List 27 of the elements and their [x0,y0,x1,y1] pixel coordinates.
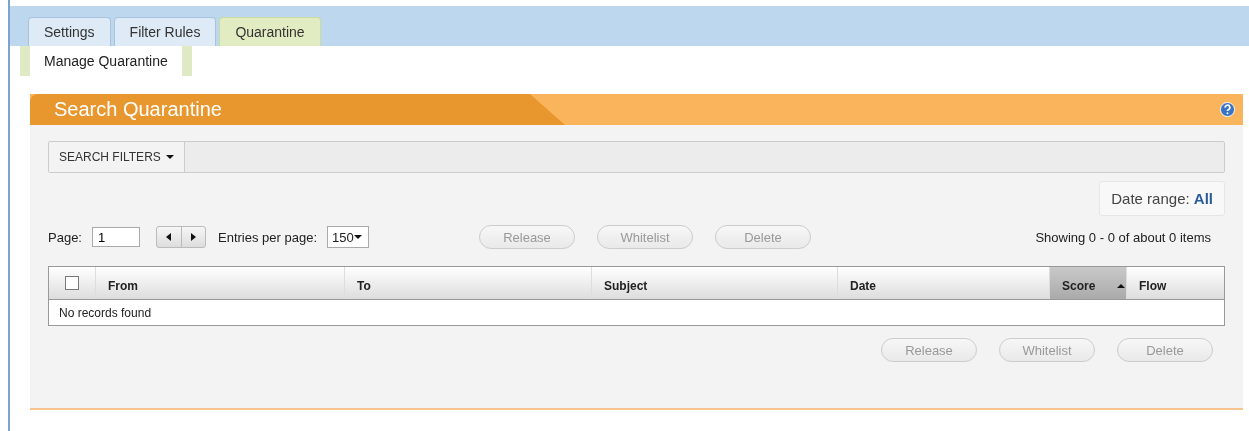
caret-icon [165,153,174,161]
help-icon[interactable] [1220,102,1235,117]
tab[interactable]: Quarantine [219,17,321,46]
date-range-label: Date range: All [1099,181,1225,216]
page-field[interactable]: 1 [92,227,140,247]
empty-message: No records found [58,304,153,322]
date-range-link[interactable]: All [1193,190,1213,207]
select-all-checkbox[interactable] [65,276,79,290]
tab[interactable]: Filter Rules [113,17,217,46]
column-header[interactable]: Date [837,267,1049,299]
page-label: Page: [48,229,82,245]
caret-icon [353,233,362,241]
item-count: Showing 0 - 0 of about 0 items [1035,229,1211,245]
entries-select[interactable]: 150 [327,226,369,248]
right-arrow-icon [189,233,198,241]
column-header[interactable]: Subject [591,267,837,299]
column-header[interactable]: To [344,267,591,299]
left-arrow-icon [165,233,173,241]
entries-label: Entries per page: [218,229,317,245]
column-header[interactable]: Flow [1126,267,1224,299]
tab[interactable]: Settings [28,17,111,46]
column-header[interactable]: Score [1049,267,1126,299]
search-filters-button[interactable]: SEARCH FILTERS [49,142,185,172]
panel-title: Search Quarantine [53,98,222,121]
subtab[interactable]: Manage Quarantine [20,46,192,76]
column-header[interactable]: From [95,267,344,299]
sort-arrow-icon [1117,282,1126,290]
